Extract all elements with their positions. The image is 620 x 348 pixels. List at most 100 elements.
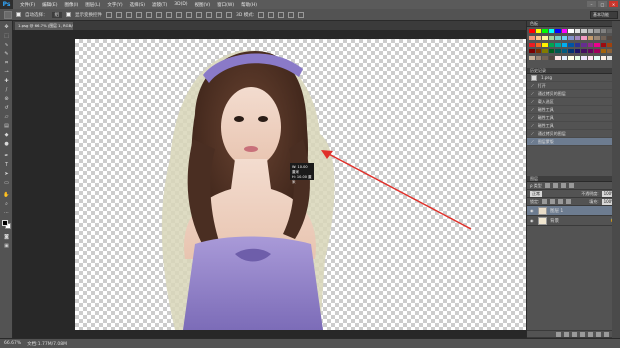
- color-swatch[interactable]: [568, 42, 574, 47]
- color-swatch[interactable]: [542, 35, 548, 40]
- color-swatch[interactable]: [594, 35, 600, 40]
- crop-tool-icon[interactable]: ⌗: [3, 60, 10, 66]
- lock-transparent-icon[interactable]: [542, 199, 548, 204]
- history-snapshot[interactable]: 1.psg: [527, 74, 620, 82]
- maximize-button[interactable]: □: [598, 1, 607, 7]
- brush-tool-icon[interactable]: /: [3, 87, 10, 93]
- align-left-icon[interactable]: [136, 11, 142, 18]
- color-swatch[interactable]: [535, 35, 541, 40]
- move-tool-preset-icon[interactable]: [4, 10, 12, 19]
- color-swatch[interactable]: [529, 35, 535, 40]
- menu-type[interactable]: 文字(Y): [107, 2, 122, 8]
- color-swatch[interactable]: [548, 42, 554, 47]
- blend-mode-select[interactable]: 正常: [530, 190, 542, 197]
- align-right-icon[interactable]: [156, 11, 162, 18]
- color-swatch[interactable]: [587, 29, 593, 33]
- filter-adjust-icon[interactable]: [552, 183, 558, 188]
- document-canvas[interactable]: W: 10.00 厘米 H: 10.00 厘米: [75, 39, 527, 330]
- filter-shape-icon[interactable]: [568, 183, 574, 188]
- history-item[interactable]: ⟋ 通过拷贝的图层: [527, 90, 620, 98]
- color-swatch[interactable]: [587, 56, 593, 61]
- menu-select[interactable]: 选择(S): [130, 2, 145, 8]
- color-swatch[interactable]: [600, 49, 606, 54]
- color-swatch[interactable]: [568, 29, 574, 33]
- filter-type-icon[interactable]: [560, 183, 566, 188]
- 3d-roll-icon[interactable]: [268, 11, 275, 18]
- color-swatch[interactable]: [587, 49, 593, 54]
- color-swatch[interactable]: [561, 35, 567, 40]
- link-layers-icon[interactable]: [556, 331, 561, 337]
- more-tools-icon[interactable]: ⋯: [3, 210, 10, 216]
- layer-name[interactable]: 背景: [550, 218, 559, 224]
- color-swatch[interactable]: [594, 49, 600, 54]
- color-swatch[interactable]: [594, 42, 600, 47]
- layer-row[interactable]: ◉ 图层 1: [527, 206, 620, 216]
- lock-paint-icon[interactable]: [550, 199, 556, 204]
- menu-layer[interactable]: 图层(L): [85, 2, 100, 8]
- history-item[interactable]: ⟋ 打开: [527, 82, 620, 90]
- menu-filter[interactable]: 滤镜(T): [152, 2, 167, 8]
- 3d-slide-icon[interactable]: [288, 11, 295, 18]
- menu-file[interactable]: 文件(F): [20, 2, 35, 8]
- auto-align-icon[interactable]: [226, 11, 232, 18]
- color-swatch[interactable]: [555, 42, 561, 47]
- color-swatch[interactable]: [574, 29, 580, 33]
- color-swatch[interactable]: [535, 49, 541, 54]
- quick-select-tool-icon[interactable]: ✎: [3, 51, 10, 57]
- marquee-tool-icon[interactable]: ⬚: [3, 33, 10, 39]
- menu-image[interactable]: 图像(I): [64, 2, 78, 8]
- filter-pixel-icon[interactable]: [544, 183, 550, 188]
- 3d-scale-icon[interactable]: [298, 11, 305, 18]
- lasso-tool-icon[interactable]: ∿: [3, 42, 10, 48]
- menu-view[interactable]: 视图(V): [195, 2, 211, 8]
- color-swatch[interactable]: [568, 56, 574, 61]
- color-swatch[interactable]: [574, 42, 580, 47]
- lock-all-icon[interactable]: [566, 199, 572, 204]
- distribute-bottom-icon[interactable]: [186, 11, 192, 18]
- color-swatch[interactable]: [542, 49, 548, 54]
- menu-edit[interactable]: 编辑(E): [42, 2, 57, 8]
- document-info[interactable]: 文档:1.77M/7.08M: [27, 341, 67, 347]
- color-swatch[interactable]: [581, 42, 587, 47]
- history-item[interactable]: ⟋ 图层蒙版: [527, 138, 620, 146]
- color-swatch[interactable]: [600, 29, 606, 33]
- shape-tool-icon[interactable]: ▭: [3, 180, 10, 186]
- canvas-workspace[interactable]: W: 10.00 厘米 H: 10.00 厘米: [13, 30, 527, 338]
- color-swatch[interactable]: [548, 29, 554, 33]
- color-swatch[interactable]: [574, 35, 580, 40]
- 3d-pan-icon[interactable]: [278, 11, 285, 18]
- history-item[interactable]: ⟋ 磁性工具: [527, 122, 620, 130]
- add-mask-icon[interactable]: [572, 331, 577, 337]
- color-swatch[interactable]: [542, 29, 548, 33]
- align-center-icon[interactable]: [146, 11, 152, 18]
- color-swatch[interactable]: [542, 42, 548, 47]
- history-item[interactable]: ⟋ 载入选区: [527, 98, 620, 106]
- color-swatch[interactable]: [548, 35, 554, 40]
- distribute-left-icon[interactable]: [196, 11, 202, 18]
- show-transform-checkbox[interactable]: [66, 12, 71, 17]
- color-swatch[interactable]: [574, 49, 580, 54]
- layer-style-icon[interactable]: [564, 331, 569, 337]
- history-item[interactable]: ⟋ 磁性工具: [527, 114, 620, 122]
- distribute-center-icon[interactable]: [206, 11, 212, 18]
- adjustment-layer-icon[interactable]: [580, 331, 585, 337]
- eraser-tool-icon[interactable]: ▱: [3, 114, 10, 120]
- menu-3d[interactable]: 3D(D): [174, 2, 187, 7]
- color-swatch[interactable]: [594, 56, 600, 61]
- color-swatch[interactable]: [600, 56, 606, 61]
- color-swatch[interactable]: [529, 42, 535, 47]
- color-swatch[interactable]: [587, 42, 593, 47]
- layer-name[interactable]: 图层 1: [550, 208, 563, 214]
- color-swatch[interactable]: [555, 49, 561, 54]
- pen-tool-icon[interactable]: ✒: [3, 153, 10, 159]
- path-select-tool-icon[interactable]: ➤: [3, 171, 10, 177]
- color-swatch[interactable]: [581, 56, 587, 61]
- menu-help[interactable]: 帮助(H): [241, 2, 257, 8]
- color-swatch[interactable]: [555, 29, 561, 33]
- lock-move-icon[interactable]: [558, 199, 564, 204]
- clone-tool-icon[interactable]: ⊛: [3, 96, 10, 102]
- color-swatch[interactable]: [561, 29, 567, 33]
- color-swatch[interactable]: [529, 56, 535, 61]
- color-swatch[interactable]: [574, 56, 580, 61]
- swatches-panel-title[interactable]: 色板: [527, 21, 620, 27]
